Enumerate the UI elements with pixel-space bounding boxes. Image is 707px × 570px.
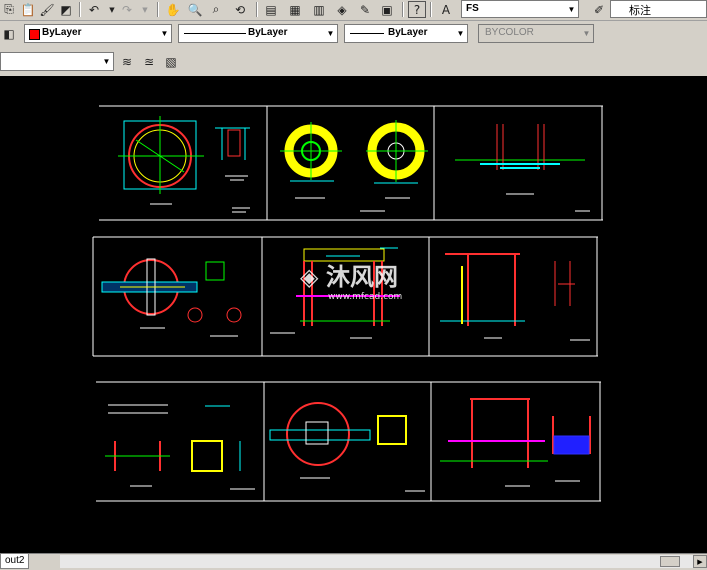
color-control[interactable]: ByLayer ▼ [24, 24, 172, 43]
color-swatch [29, 29, 40, 40]
lineweight-value: ByLayer [388, 27, 428, 38]
linetype-preview [184, 33, 246, 34]
dim-style-combo[interactable]: 标注 [610, 0, 707, 18]
layout-tabs-bar: out2 ▶ [0, 553, 707, 570]
chevron-down-icon: ▼ [582, 28, 591, 38]
watermark-text: 沐风网 [326, 263, 398, 291]
layers-toolbar: ▼ ≋ ≊ ▧ [0, 47, 707, 77]
redo-icon[interactable]: ↷ [118, 1, 136, 18]
layer-control[interactable]: ▼ [0, 52, 114, 71]
tool-palettes-icon[interactable]: ▥ [310, 1, 328, 18]
chevron-down-icon[interactable]: ▼ [454, 25, 467, 41]
plotstyle-control: BYCOLOR ▼ [478, 24, 594, 43]
layer-properties-icon[interactable]: ≋ [118, 53, 136, 70]
redo-dropdown-icon[interactable]: ▼ [136, 1, 154, 18]
copy-icon[interactable]: ⎘ [0, 1, 18, 18]
text-style-icon[interactable]: A [437, 1, 455, 18]
properties-icon[interactable]: ▤ [262, 1, 280, 18]
layer-previous-icon[interactable]: ◧ [0, 25, 18, 42]
help-icon[interactable]: ? [408, 1, 426, 18]
linetype-value: ByLayer [248, 27, 288, 38]
sheet-set-icon[interactable]: ◈ [333, 1, 351, 18]
standard-toolbar: ⎘ 📋 🖌 ◩ ↶ ▼ ↷ ▼ ✋ 🔍 ⌕ ⟲ ▤ ▦ ▥ ◈ ✎ ▣ ? A … [0, 0, 707, 21]
quickcalc-icon[interactable]: ▣ [378, 1, 396, 18]
undo-icon[interactable]: ↶ [85, 1, 103, 18]
match-properties-icon[interactable]: 🖌 [38, 1, 56, 18]
horizontal-scrollbar[interactable]: ▶ [60, 555, 707, 568]
chevron-down-icon[interactable]: ▼ [158, 25, 171, 41]
scrollbar-thumb[interactable] [660, 556, 680, 567]
zoom-realtime-icon[interactable]: 🔍 [186, 1, 204, 18]
watermark-logo-icon: ◈ [300, 263, 319, 291]
block-editor-icon[interactable]: ◩ [57, 1, 75, 18]
drawing-canvas[interactable]: ◈ 沐风网 www.mfcad.com [0, 76, 707, 553]
markup-icon[interactable]: ✎ [356, 1, 374, 18]
dim-style-icon[interactable]: ✐ [590, 1, 608, 18]
zoom-previous-icon[interactable]: ⟲ [231, 1, 249, 18]
tab-layout2[interactable]: out2 [0, 554, 30, 569]
layer-isolate-icon[interactable]: ▧ [162, 53, 180, 70]
linetype-control[interactable]: ByLayer ▼ [178, 24, 338, 43]
zoom-window-icon[interactable]: ⌕ [207, 1, 225, 18]
watermark-url: www.mfcad.com [328, 292, 402, 302]
properties-toolbar: ◧ ByLayer ▼ ByLayer ▼ ByLayer ▼ BYCOLOR … [0, 21, 707, 47]
pan-icon[interactable]: ✋ [164, 1, 182, 18]
plotstyle-value: BYCOLOR [485, 27, 534, 38]
lineweight-control[interactable]: ByLayer ▼ [344, 24, 468, 43]
lineweight-preview [350, 33, 384, 34]
chevron-down-icon[interactable]: ▼ [565, 1, 578, 17]
chevron-down-icon[interactable]: ▼ [100, 53, 113, 69]
color-value: ByLayer [42, 27, 82, 38]
paste-icon[interactable]: 📋 [19, 1, 37, 18]
scroll-right-icon[interactable]: ▶ [693, 555, 707, 568]
dim-style-value: 标注 [629, 5, 651, 17]
text-style-value: FS [466, 3, 479, 14]
layer-states-icon[interactable]: ≊ [140, 53, 158, 70]
design-center-icon[interactable]: ▦ [286, 1, 304, 18]
text-style-combo[interactable]: FS ▼ [461, 0, 579, 18]
layout-tab-label: out2 [5, 555, 25, 566]
chevron-down-icon[interactable]: ▼ [324, 25, 337, 41]
